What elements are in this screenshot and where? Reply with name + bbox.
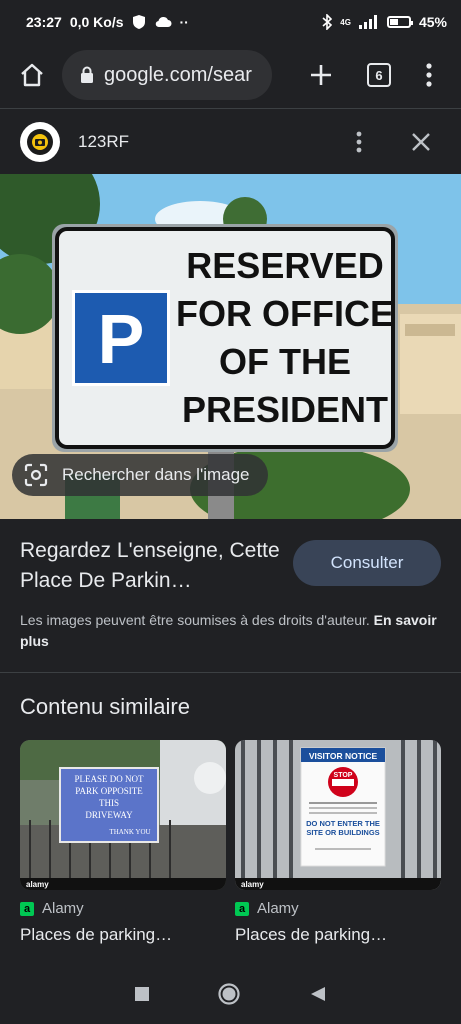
more-vert-icon xyxy=(356,131,362,152)
similar-heading: Contenu similaire xyxy=(20,694,190,719)
thumb-sign-line: PLEASE DO NOT xyxy=(75,774,145,784)
similar-title[interactable]: Places de parking… xyxy=(235,925,441,945)
lens-icon xyxy=(24,463,48,487)
browser-toolbar: google.com/sear 6 xyxy=(0,44,461,106)
more-vert-icon xyxy=(426,63,432,87)
url-text: google.com/sear xyxy=(104,63,252,86)
alamy-favicon-icon: a xyxy=(235,901,249,916)
thumb-sign-header: VISITOR NOTICE xyxy=(309,751,378,761)
similar-card[interactable]: PLEASE DO NOT PARK OPPOSITE THIS DRIVEWA… xyxy=(20,740,226,945)
network-type: 4G xyxy=(340,17,351,27)
similar-title[interactable]: Places de parking… xyxy=(20,925,226,945)
similar-source-name: Alamy xyxy=(257,900,299,917)
copyright-notice: Les images peuvent être soumises à des d… xyxy=(20,610,441,652)
clock: 23:27 xyxy=(26,14,62,30)
bluetooth-icon xyxy=(322,14,333,30)
sheet-more-button[interactable] xyxy=(339,122,379,162)
watermark: alamy xyxy=(26,880,49,889)
result-title-row: Regardez L'enseigne, Cette Place De Park… xyxy=(20,536,441,596)
plus-icon xyxy=(311,65,331,85)
url-bar[interactable]: google.com/sear xyxy=(62,50,272,100)
tabs-icon: 6 xyxy=(367,63,391,87)
thumb-sign-line: THANK YOU xyxy=(109,828,150,836)
copyright-text: Les images peuvent être soumises à des d… xyxy=(20,612,370,628)
alamy-favicon-icon: a xyxy=(20,901,34,916)
battery-level xyxy=(389,19,399,25)
consult-button[interactable]: Consulter xyxy=(293,540,441,586)
close-button[interactable] xyxy=(401,122,441,162)
status-bar: 23:27 0,0 Ko/s ·· 4G 45% xyxy=(0,0,461,44)
system-nav-bar xyxy=(0,964,461,1024)
home-button[interactable] xyxy=(12,55,52,95)
thumb-sign-line: SITE OR BUILDINGS xyxy=(306,828,379,837)
similar-source-name: Alamy xyxy=(42,900,84,917)
watermark: alamy xyxy=(241,880,264,889)
thumb-sign-line: PARK OPPOSITE xyxy=(75,786,143,796)
parking-p-letter: P xyxy=(98,300,145,378)
similar-source: a Alamy xyxy=(20,900,226,917)
network-speed: 0,0 Ko/s xyxy=(69,14,124,30)
camera-logo-icon xyxy=(27,128,53,155)
sign-line: FOR OFFICE xyxy=(176,293,394,334)
lock-icon xyxy=(81,66,93,83)
sign-line: RESERVED xyxy=(186,245,383,286)
battery-icon xyxy=(386,16,413,28)
thumb-image-2: VISITOR NOTICE STOP DO NOT ENTER THE SIT… xyxy=(235,740,441,890)
home-icon xyxy=(21,63,43,87)
sign-line: OF THE xyxy=(219,341,351,382)
battery-percent: 45% xyxy=(418,14,447,30)
page-title[interactable]: Regardez L'enseigne, Cette Place De Park… xyxy=(20,536,280,596)
signal-icon xyxy=(358,15,377,29)
cloud-icon xyxy=(155,16,172,28)
source-logo[interactable] xyxy=(20,121,60,162)
thumb-sign-line: THIS xyxy=(99,798,119,808)
source-name[interactable]: 123RF xyxy=(78,132,339,152)
tab-switcher-button[interactable]: 6 xyxy=(359,55,399,95)
back-triangle-icon[interactable] xyxy=(309,985,327,1003)
search-in-image-button[interactable]: Rechercher dans l'image xyxy=(12,454,268,496)
thumb-sign-line: DO NOT ENTER THE xyxy=(306,819,380,828)
thumb-image-1: PLEASE DO NOT PARK OPPOSITE THIS DRIVEWA… xyxy=(20,740,226,890)
dots-indicator: ·· xyxy=(179,14,189,30)
menu-button[interactable] xyxy=(409,55,449,95)
thumb-sign-line: DRIVEWAY xyxy=(85,810,133,820)
similar-thumbnail[interactable]: PLEASE DO NOT PARK OPPOSITE THIS DRIVEWA… xyxy=(20,740,226,890)
similar-source: a Alamy xyxy=(235,900,441,917)
similar-card[interactable]: VISITOR NOTICE STOP DO NOT ENTER THE SIT… xyxy=(235,740,441,945)
circle-nav-icon[interactable] xyxy=(217,982,241,1006)
close-icon xyxy=(412,132,430,151)
lens-label: Rechercher dans l'image xyxy=(62,465,250,484)
new-tab-button[interactable] xyxy=(301,55,341,95)
sign-line: PRESIDENT xyxy=(182,389,388,430)
image-sheet-header: 123RF xyxy=(0,108,461,174)
thumb-stop-text: STOP xyxy=(334,772,353,779)
shield-icon xyxy=(132,15,145,29)
square-nav-icon[interactable] xyxy=(134,986,150,1002)
similar-thumbnail[interactable]: VISITOR NOTICE STOP DO NOT ENTER THE SIT… xyxy=(235,740,441,890)
divider xyxy=(0,672,461,673)
